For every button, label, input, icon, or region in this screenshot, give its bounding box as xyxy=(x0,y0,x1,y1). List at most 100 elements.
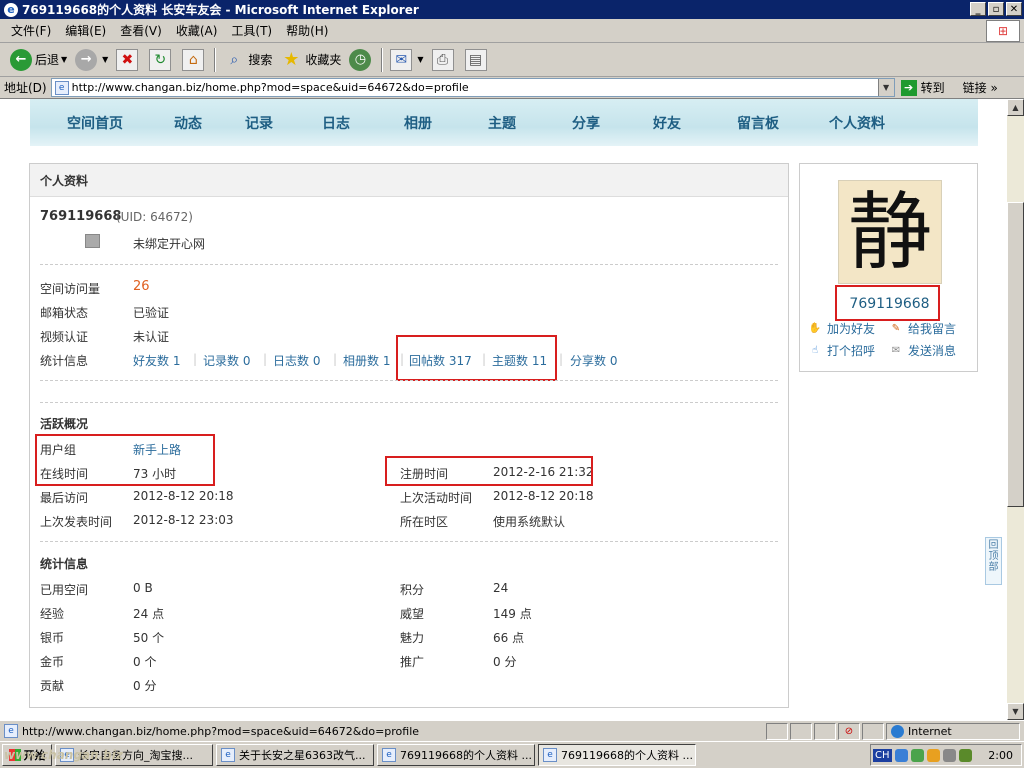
links-button[interactable]: 链接 » xyxy=(963,79,998,96)
tz-label: 所在时区 xyxy=(400,515,449,529)
panel-title: 个人资料 xyxy=(30,164,788,197)
window-title: 769119668的个人资料 长安车友会 - Microsoft Interne… xyxy=(22,3,419,17)
promo-label: 推广 xyxy=(400,655,425,669)
nav-records[interactable]: 记录 xyxy=(245,113,322,133)
back-to-top-button[interactable]: 回顶部 xyxy=(985,537,1002,585)
stop-button[interactable]: ✖ xyxy=(112,46,145,74)
nav-blog[interactable]: 日志 xyxy=(322,113,404,133)
back-button[interactable]: ← 后退 ▼ xyxy=(6,46,71,74)
mail-dropdown-icon[interactable]: ▼ xyxy=(417,55,423,64)
links-label: 链接 xyxy=(962,81,987,95)
address-label: 地址(D) xyxy=(4,81,47,95)
refresh-button[interactable]: ↻ xyxy=(145,46,178,74)
send-message-label: 发送消息 xyxy=(908,344,957,358)
vertical-scrollbar[interactable]: ▲ ▼ xyxy=(1007,99,1024,720)
history-icon: ◷ xyxy=(349,48,372,71)
kaixin-status: 未绑定开心网 xyxy=(133,237,206,251)
tray-app-icon[interactable] xyxy=(910,748,924,762)
favorites-button[interactable]: ★ 收藏夹 xyxy=(276,46,345,74)
email-label: 邮箱状态 xyxy=(40,306,89,320)
leave-message-button[interactable]: ✎ 给我留言 xyxy=(889,320,956,337)
nav-friends[interactable]: 好友 xyxy=(653,113,737,133)
gold-value: 0 个 xyxy=(133,655,157,669)
back-dropdown-icon[interactable]: ▼ xyxy=(61,55,67,64)
maximize-button[interactable]: ▫ xyxy=(988,2,1004,16)
search-button[interactable]: ⌕ 搜索 xyxy=(219,46,276,74)
scroll-up-button[interactable]: ▲ xyxy=(1007,99,1024,116)
envelope-icon: ✉ xyxy=(891,345,901,356)
menu-help[interactable]: 帮助(H) xyxy=(279,22,335,39)
go-button[interactable]: ➔ 转到 xyxy=(900,79,945,96)
ime-indicator[interactable]: CH xyxy=(873,748,892,762)
nav-profile[interactable]: 个人资料 xyxy=(829,113,885,133)
highlight-box-posts xyxy=(396,335,557,381)
tray-app-icon[interactable] xyxy=(894,748,908,762)
status-cell xyxy=(814,722,836,740)
stat-shares[interactable]: 分享数 0 xyxy=(570,352,617,369)
close-button[interactable]: ✕ xyxy=(1006,2,1022,16)
refresh-icon: ↻ xyxy=(149,48,172,71)
stat-albums[interactable]: 相册数 1 xyxy=(343,352,390,369)
menu-tools[interactable]: 工具(T) xyxy=(224,22,279,39)
send-message-button[interactable]: ✉ 发送消息 xyxy=(889,342,956,359)
lastvisit-label: 最后访问 xyxy=(40,491,89,505)
forward-button[interactable]: → ▼ xyxy=(71,46,112,74)
exp-label: 经验 xyxy=(40,607,65,621)
globe-icon xyxy=(891,724,904,738)
stat-friends[interactable]: 好友数 1 xyxy=(133,352,180,369)
scroll-down-button[interactable]: ▼ xyxy=(1007,703,1024,720)
add-friend-button[interactable]: ✋ 加为好友 xyxy=(808,320,875,337)
address-dropdown-icon[interactable]: ▼ xyxy=(877,79,894,96)
nav-threads[interactable]: 主题 xyxy=(488,113,572,133)
divider xyxy=(40,541,778,542)
taskbar-item[interactable]: e 769119668的个人资料 ... xyxy=(377,744,535,766)
scroll-thumb[interactable] xyxy=(1007,202,1024,507)
stat-separator: | xyxy=(263,352,268,366)
forward-dropdown-icon[interactable]: ▼ xyxy=(102,55,108,64)
pencil-icon: ✎ xyxy=(891,323,901,334)
zone-label: Internet xyxy=(908,724,952,738)
home-button[interactable]: ⌂ xyxy=(178,46,211,74)
back-arrow-icon: ← xyxy=(10,48,32,71)
space-nav: 空间首页 动态 记录 日志 相册 主题 分享 好友 留言板 个人资料 xyxy=(30,99,978,146)
taskbar-item-active[interactable]: e 769119668的个人资料 ... xyxy=(538,744,696,766)
stat-blogs[interactable]: 日志数 0 xyxy=(273,352,320,369)
tray-app-icon[interactable] xyxy=(958,748,972,762)
video-value: 未认证 xyxy=(133,330,170,344)
address-input[interactable] xyxy=(71,81,872,94)
menu-favorites[interactable]: 收藏(A) xyxy=(169,22,225,39)
video-label: 视频认证 xyxy=(40,330,89,344)
mail-button[interactable]: ✉ ▼ xyxy=(386,46,427,74)
nav-feed[interactable]: 动态 xyxy=(174,113,245,133)
menu-view[interactable]: 查看(V) xyxy=(113,22,169,39)
qq-icon[interactable] xyxy=(926,748,940,762)
tray-app-icon[interactable] xyxy=(942,748,956,762)
nav-guestbook[interactable]: 留言板 xyxy=(737,113,829,133)
address-field[interactable]: e ▼ xyxy=(50,78,895,97)
nav-space-home[interactable]: 空间首页 xyxy=(67,113,174,133)
taskbar-item-label: 关于长安之星6363改气... xyxy=(239,749,366,762)
menu-edit[interactable]: 编辑(E) xyxy=(58,22,113,39)
stat-records[interactable]: 记录数 0 xyxy=(203,352,250,369)
nav-share[interactable]: 分享 xyxy=(572,113,653,133)
gold-label: 金币 xyxy=(40,655,65,669)
print-button[interactable]: ⎙ xyxy=(428,46,461,74)
leave-message-label: 给我留言 xyxy=(908,322,957,336)
edit-button[interactable]: ▤ xyxy=(461,46,494,74)
taskbar-item[interactable]: e 关于长安之星6363改气... xyxy=(216,744,374,766)
profile-username: 769119668 xyxy=(40,209,122,224)
avatar[interactable]: 静 xyxy=(838,180,942,284)
menu-file[interactable]: 文件(F) xyxy=(4,22,58,39)
watermark: www.changan.biz xyxy=(4,748,123,762)
minimize-button[interactable]: _ xyxy=(970,2,986,16)
history-button[interactable]: ◷ xyxy=(345,46,378,74)
page-viewport[interactable]: 空间首页 动态 记录 日志 相册 主题 分享 好友 留言板 个人资料 个人资料 … xyxy=(0,99,1007,720)
security-zone[interactable]: Internet xyxy=(886,722,1020,740)
system-tray: CH 2:00 xyxy=(870,744,1022,766)
popup-blocked-icon[interactable]: ⊘ xyxy=(838,722,860,740)
activity-title: 活跃概况 xyxy=(40,417,89,431)
nav-album[interactable]: 相册 xyxy=(404,113,488,133)
ie-icon: e xyxy=(382,748,396,762)
status-cell xyxy=(766,722,788,740)
poke-button[interactable]: ☝ 打个招呼 xyxy=(808,342,875,359)
